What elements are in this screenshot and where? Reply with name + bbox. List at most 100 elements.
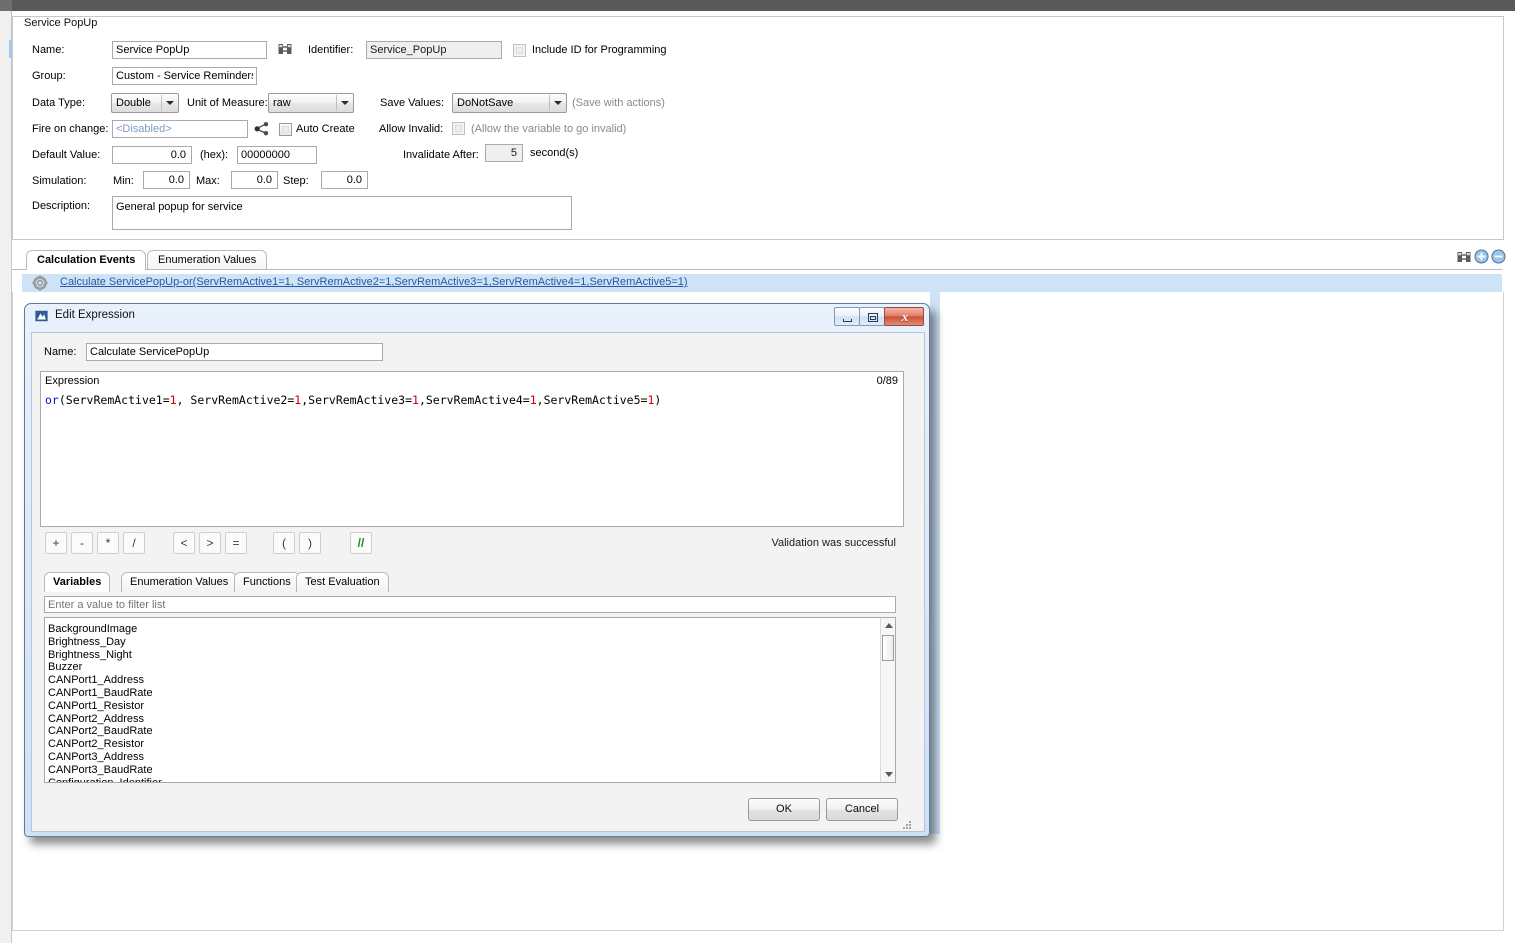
expression-header: Expression xyxy=(45,375,100,387)
calculation-event-row[interactable]: Calculate ServicePopUp-or(ServRemActive1… xyxy=(22,274,1502,292)
resize-grip[interactable] xyxy=(902,821,912,831)
simulation-label: Simulation: xyxy=(32,175,87,187)
list-item[interactable]: Brightness_Night xyxy=(48,649,132,661)
expression-editor[interactable]: Expression 0/89 or(ServRemActive1=1, Ser… xyxy=(40,371,904,527)
include-id-label: Include ID for Programming xyxy=(532,44,667,56)
minimize-button[interactable] xyxy=(834,307,860,326)
data-type-select[interactable]: Double xyxy=(111,93,179,113)
auto-create-label: Auto Create xyxy=(296,123,355,135)
filter-input[interactable] xyxy=(44,596,896,613)
expression-token-5: ,ServRemActive3= xyxy=(301,393,412,407)
fire-on-change-label: Fire on change: xyxy=(32,123,109,135)
name-input[interactable] xyxy=(112,41,267,59)
calculation-event-link[interactable]: Calculate ServicePopUp-or(ServRemActive1… xyxy=(60,276,688,288)
max-input[interactable] xyxy=(231,171,278,189)
unit-label: Unit of Measure: xyxy=(187,97,268,109)
cancel-button[interactable]: Cancel xyxy=(826,798,898,821)
list-item[interactable]: CANPort2_BaudRate xyxy=(48,725,153,737)
tab-functions[interactable]: Functions xyxy=(234,572,300,592)
description-input[interactable]: General popup for service xyxy=(112,196,572,230)
invalidate-after-input[interactable] xyxy=(485,144,523,162)
max-label: Max: xyxy=(196,175,220,187)
step-input[interactable] xyxy=(321,171,368,189)
auto-create-checkbox[interactable] xyxy=(279,123,292,136)
hex-input[interactable] xyxy=(237,146,317,164)
close-button[interactable]: x xyxy=(884,307,924,326)
tab-enumeration-values[interactable]: Enumeration Values xyxy=(147,250,268,270)
invalidate-after-label: Invalidate After: xyxy=(403,149,479,161)
list-item[interactable]: CANPort1_Address xyxy=(48,674,144,686)
op-greater-than-button[interactable]: > xyxy=(199,532,221,554)
tab-variables[interactable]: Variables xyxy=(44,572,111,592)
list-item[interactable]: CANPort2_Resistor xyxy=(48,738,144,750)
chevron-down-icon xyxy=(554,101,562,105)
default-value-input[interactable] xyxy=(112,146,192,164)
op-multiply-button[interactable]: * xyxy=(97,532,119,554)
list-item[interactable]: BackgroundImage xyxy=(48,623,137,635)
unit-select[interactable]: raw xyxy=(268,93,354,113)
include-id-checkbox[interactable] xyxy=(513,44,526,57)
scroll-down-button[interactable] xyxy=(881,767,895,782)
allow-invalid-hint: (Allow the variable to go invalid) xyxy=(471,123,627,135)
dialog-titlebar[interactable]: Edit Expression x xyxy=(25,304,929,329)
step-label: Step: xyxy=(283,175,309,187)
list-item[interactable]: Brightness_Day xyxy=(48,636,126,648)
expression-token-11: ) xyxy=(654,393,662,407)
min-input[interactable] xyxy=(143,171,190,189)
op-divide-button[interactable]: / xyxy=(123,532,145,554)
tab-bar: Calculation Events Enumeration Values xyxy=(12,248,1502,270)
list-item[interactable]: CANPort2_Address xyxy=(48,713,144,725)
expression-text[interactable]: or(ServRemActive1=1, ServRemActive2=1,Se… xyxy=(45,393,899,408)
expression-token-6: 1 xyxy=(412,393,419,407)
ok-button[interactable]: OK xyxy=(748,798,820,821)
chevron-down-icon xyxy=(166,101,174,105)
data-type-value: Double xyxy=(116,97,151,109)
list-item[interactable]: Buzzer xyxy=(48,661,82,673)
description-label: Description: xyxy=(32,200,91,212)
expression-token-7: ,ServRemActive4= xyxy=(418,393,530,407)
vertical-scrollbar[interactable] xyxy=(880,618,895,782)
share-nodes-icon[interactable] xyxy=(254,121,270,137)
hex-label: (hex): xyxy=(200,149,229,161)
tab-calculation-events[interactable]: Calculation Events xyxy=(26,250,147,270)
dialog-name-input[interactable] xyxy=(86,343,383,361)
op-minus-button[interactable]: - xyxy=(71,532,93,554)
variables-listbox[interactable]: BackgroundImage Brightness_Day Brightness_… xyxy=(44,617,896,783)
scroll-up-button[interactable] xyxy=(881,618,895,633)
restore-button[interactable] xyxy=(859,307,885,326)
list-item[interactable]: CANPort1_Resistor xyxy=(48,700,144,712)
binoculars-icon[interactable] xyxy=(277,41,293,57)
list-item[interactable]: CANPort1_BaudRate xyxy=(48,687,153,699)
tab-enum-values[interactable]: Enumeration Values xyxy=(121,572,238,592)
op-close-paren-button[interactable]: ) xyxy=(299,532,321,554)
tab-test-evaluation[interactable]: Test Evaluation xyxy=(296,572,389,592)
group-input[interactable] xyxy=(112,67,257,85)
save-values-select[interactable]: DoNotSave xyxy=(452,93,567,113)
panel-title: Service PopUp xyxy=(20,17,102,29)
fire-on-change-input[interactable] xyxy=(112,120,248,138)
allow-invalid-label: Allow Invalid: xyxy=(379,123,444,135)
expression-counter: 0/89 xyxy=(876,375,898,387)
find-icon[interactable] xyxy=(1456,249,1472,265)
application-icon xyxy=(35,310,48,322)
chevron-up-icon xyxy=(885,623,893,628)
close-icon: x xyxy=(901,309,909,324)
op-open-paren-button[interactable]: ( xyxy=(273,532,295,554)
row-highlight-continuation xyxy=(930,274,940,834)
identifier-input[interactable] xyxy=(366,41,502,59)
op-plus-button[interactable]: + xyxy=(45,532,67,554)
expression-token-2: 1 xyxy=(169,393,177,407)
list-item[interactable]: CANPort3_BaudRate xyxy=(48,764,153,776)
list-item[interactable]: CANPort3_Address xyxy=(48,751,144,763)
dialog-title: Edit Expression xyxy=(55,309,135,321)
op-comment-button[interactable]: // xyxy=(350,532,372,554)
add-icon[interactable] xyxy=(1474,249,1489,264)
expression-token-0: or xyxy=(45,393,59,407)
group-label: Group: xyxy=(32,70,66,82)
scrollbar-thumb[interactable] xyxy=(882,635,894,661)
op-less-than-button[interactable]: < xyxy=(173,532,195,554)
list-item[interactable]: Configuration_Identifier xyxy=(48,777,162,782)
op-equals-button[interactable]: = xyxy=(225,532,247,554)
remove-icon[interactable] xyxy=(1491,249,1506,264)
allow-invalid-checkbox[interactable] xyxy=(452,122,465,135)
